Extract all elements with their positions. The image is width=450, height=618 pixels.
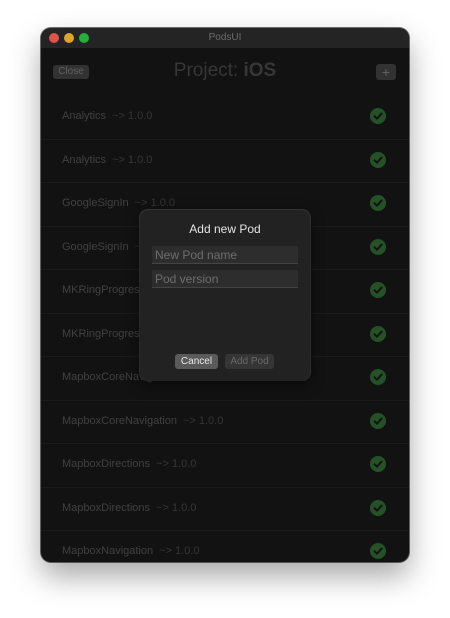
cancel-button[interactable]: Cancel	[175, 354, 218, 369]
app-window: PodsUI Close Project: iOS + Analytics ~> …	[41, 28, 409, 562]
add-pod-dialog: Add new Pod Cancel Add Pod	[140, 210, 310, 380]
pod-version-input[interactable]	[152, 270, 298, 288]
dialog-title: Add new Pod	[189, 222, 261, 236]
pod-name-input[interactable]	[152, 246, 298, 264]
add-pod-confirm-button[interactable]: Add Pod	[225, 354, 274, 369]
